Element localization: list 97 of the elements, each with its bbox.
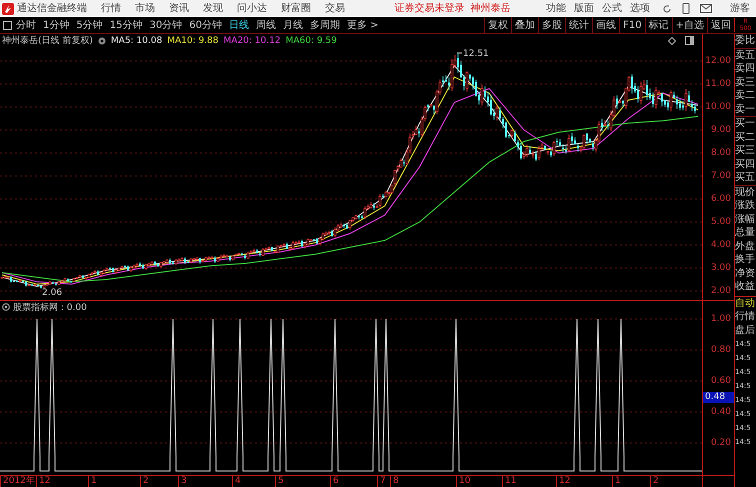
mail-icon[interactable] (700, 4, 712, 13)
date-axis-label: 10 (456, 476, 470, 487)
date-axis-label: 8 (390, 476, 399, 487)
window-icon[interactable] (685, 36, 694, 45)
refresh-icon[interactable] (662, 4, 672, 14)
quote-label: 涨跌 (735, 199, 756, 212)
toolbar-button[interactable]: +自选 (672, 17, 707, 33)
menu-item[interactable]: 行情 (101, 2, 121, 14)
date-axis-label: 12 (556, 476, 570, 487)
quote-label: 买五 (735, 171, 756, 186)
quote-label: 卖四 (735, 62, 756, 76)
indicator-axis-label: 1.00 (710, 313, 731, 325)
quote-label: 换手 (735, 253, 756, 266)
quote-label: 买二 (735, 130, 756, 144)
app-logo-icon (2, 2, 14, 14)
moving-average-value: MA5: 10.08 (110, 36, 162, 46)
quote-label: 委比 (735, 34, 756, 48)
period-tab[interactable]: 多周期 (310, 18, 340, 32)
price-axis-label: 3.00 (710, 262, 731, 274)
price-axis-label: 2.00 (710, 285, 731, 297)
quote-label: 外盘 (735, 240, 756, 253)
quote-label: 卖一 (735, 102, 756, 117)
moving-average-value: MA10: 9.88 (167, 36, 219, 46)
price-axis-label: 11.00 (705, 78, 731, 90)
diamond-icon[interactable] (668, 36, 676, 44)
period-tab[interactable]: 分时 (16, 18, 36, 32)
quote-label: 买一 (735, 117, 756, 130)
indicator-title: 股票指标网 : 0.00 (13, 302, 87, 314)
indicator-axis-label: 0.80 (710, 344, 731, 356)
period-tab[interactable]: 5分钟 (76, 18, 103, 32)
quote-label: 卖三 (735, 76, 756, 89)
menu-item[interactable]: 版面 (574, 2, 594, 14)
menu-item[interactable]: 选项 (630, 2, 650, 14)
date-axis-label: 1 (612, 476, 621, 487)
date-axis-label: 11 (502, 476, 516, 487)
date-axis-label: 2 (140, 476, 149, 487)
indicator-axis-label: 0.20 (710, 437, 731, 449)
quote-label: 净资 (735, 266, 756, 280)
menu-item[interactable]: 发现 (203, 2, 223, 14)
date-axis-label: 3 (178, 476, 187, 487)
menu-item[interactable]: 资讯 (169, 2, 189, 14)
price-axis-label: 8.00 (710, 147, 731, 159)
menu-item[interactable]: 问小达 (237, 2, 267, 14)
menu-item[interactable]: 市场 (135, 2, 155, 14)
date-axis-label: 12 (36, 476, 50, 487)
price-axis-label: 9.00 (710, 124, 731, 136)
menu-item[interactable]: 交易 (325, 2, 345, 14)
panel-item[interactable]: 盘后 (735, 324, 756, 337)
quote-label: 卖五 (735, 48, 756, 62)
date-axis-label: 2 (650, 476, 659, 487)
quote-label: 收益 (735, 280, 756, 294)
period-tab[interactable]: 15分钟 (110, 18, 142, 32)
price-axis-label: 10.00 (705, 101, 731, 113)
date-axis-label: 1 (88, 476, 97, 487)
mode-label[interactable]: 自动 (735, 296, 756, 310)
period-tab[interactable]: 更多 > (346, 18, 379, 32)
price-axis-label: 7.00 (710, 170, 731, 182)
price-axis-label: 12.00 (705, 55, 731, 67)
login-status: 证券交易未登录 (394, 2, 464, 14)
indicator-axis-label: 0.60 (710, 375, 731, 387)
cursor-value: 0.48 (703, 392, 734, 403)
price-axis-label: 5.00 (710, 216, 731, 228)
moving-average-value: MA20: 10.12 (224, 36, 281, 46)
app-name: 通达信金融终端 (17, 2, 87, 14)
date-axis-label: 6 (330, 476, 339, 487)
indicator-axis-label: 0.40 (710, 406, 731, 418)
period-tab[interactable]: 月线 (282, 18, 303, 32)
quote-label: 买三 (735, 144, 756, 158)
low-price-label: 2.06 (42, 288, 62, 298)
quote-label: 总量 (735, 226, 756, 240)
period-tab[interactable]: 60分钟 (189, 18, 222, 32)
quote-label: 现价 (735, 186, 756, 199)
price-axis-label: 4.00 (710, 239, 731, 251)
menu-item[interactable]: 财富圈 (281, 2, 311, 14)
stock-title: 神州泰岳(日线 前复权) (2, 34, 93, 47)
indicator-toggle-icon[interactable] (2, 303, 10, 311)
period-tab[interactable]: 周线 (256, 18, 276, 32)
quote-label: 涨幅 (735, 212, 756, 226)
menu-item[interactable]: 公式 (602, 2, 622, 14)
date-axis-label: 7 (377, 476, 386, 487)
date-axis-label: 2012年 (0, 476, 35, 487)
settings-icon[interactable] (98, 36, 106, 44)
user-label[interactable]: 游客 (730, 2, 750, 14)
panel-toggle-icon[interactable] (3, 20, 12, 30)
date-axis-label: 4 (232, 476, 241, 487)
stock-name: 神州泰岳 (470, 2, 510, 14)
quote-label: 买四 (735, 158, 756, 171)
quote-label: 卖二 (735, 89, 756, 102)
moving-average-value: MA60: 9.59 (286, 36, 337, 46)
panel-item[interactable]: 行情 (735, 310, 756, 324)
menu-item[interactable]: 功能 (546, 2, 566, 14)
period-tab[interactable]: 日线 (228, 18, 249, 32)
period-tab[interactable]: 1分钟 (43, 18, 70, 32)
date-axis-label: 5 (275, 476, 284, 487)
period-tab[interactable]: 30分钟 (149, 18, 182, 32)
phone-icon[interactable] (682, 3, 690, 14)
price-axis-label: 6.00 (710, 193, 731, 205)
